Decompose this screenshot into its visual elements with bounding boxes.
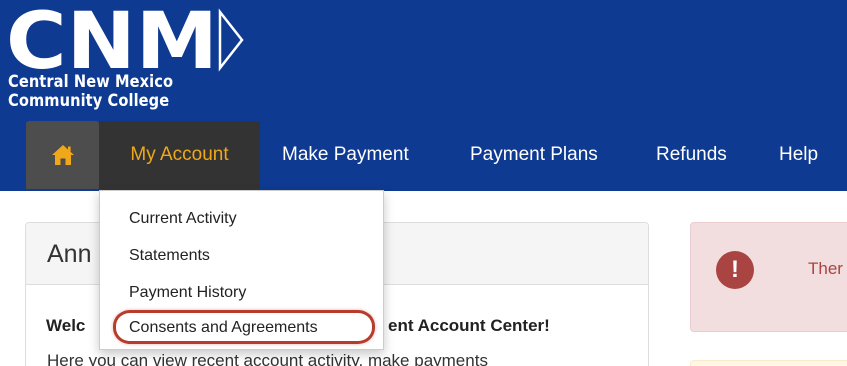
- home-icon: [51, 145, 74, 165]
- dropdown-item-current-activity[interactable]: Current Activity: [129, 210, 237, 228]
- cnm-logo-mark: CNM: [6, 6, 244, 72]
- dropdown-item-statements[interactable]: Statements: [129, 247, 210, 265]
- highlight-ring: [113, 310, 375, 344]
- exclamation-icon: !: [716, 251, 754, 289]
- cnm-logo[interactable]: CNM Central New Mexico Community College: [6, 6, 246, 116]
- logo-arrow-icon: [218, 8, 244, 72]
- nav-item-my-account[interactable]: My Account: [99, 121, 260, 189]
- nav-home-button[interactable]: [26, 121, 99, 189]
- welcome-heading-end: ent Account Center!: [388, 316, 550, 335]
- nav-item-payment-plans[interactable]: Payment Plans: [470, 121, 598, 189]
- logo-name-line1: Central New Mexico: [8, 72, 174, 92]
- logo-wordmark: CNM: [6, 6, 218, 72]
- logo-name-line2: Community College: [8, 91, 170, 111]
- nav-item-help[interactable]: Help: [779, 121, 818, 189]
- nav-item-refunds[interactable]: Refunds: [656, 121, 727, 189]
- welcome-body-text: Here you can view recent account activit…: [47, 351, 488, 366]
- main-nav: My Account Make Payment Payment Plans Re…: [0, 121, 847, 191]
- dropdown-item-payment-history[interactable]: Payment History: [129, 284, 246, 302]
- nav-item-make-payment[interactable]: Make Payment: [282, 121, 409, 189]
- alert-text: Ther: [808, 259, 843, 278]
- error-alert: ! Ther: [690, 222, 847, 332]
- welcome-heading-start: Welc: [46, 316, 86, 335]
- panel-title: Ann: [47, 240, 92, 268]
- site-header: CNM Central New Mexico Community College…: [0, 0, 847, 191]
- warning-alert: [690, 360, 847, 366]
